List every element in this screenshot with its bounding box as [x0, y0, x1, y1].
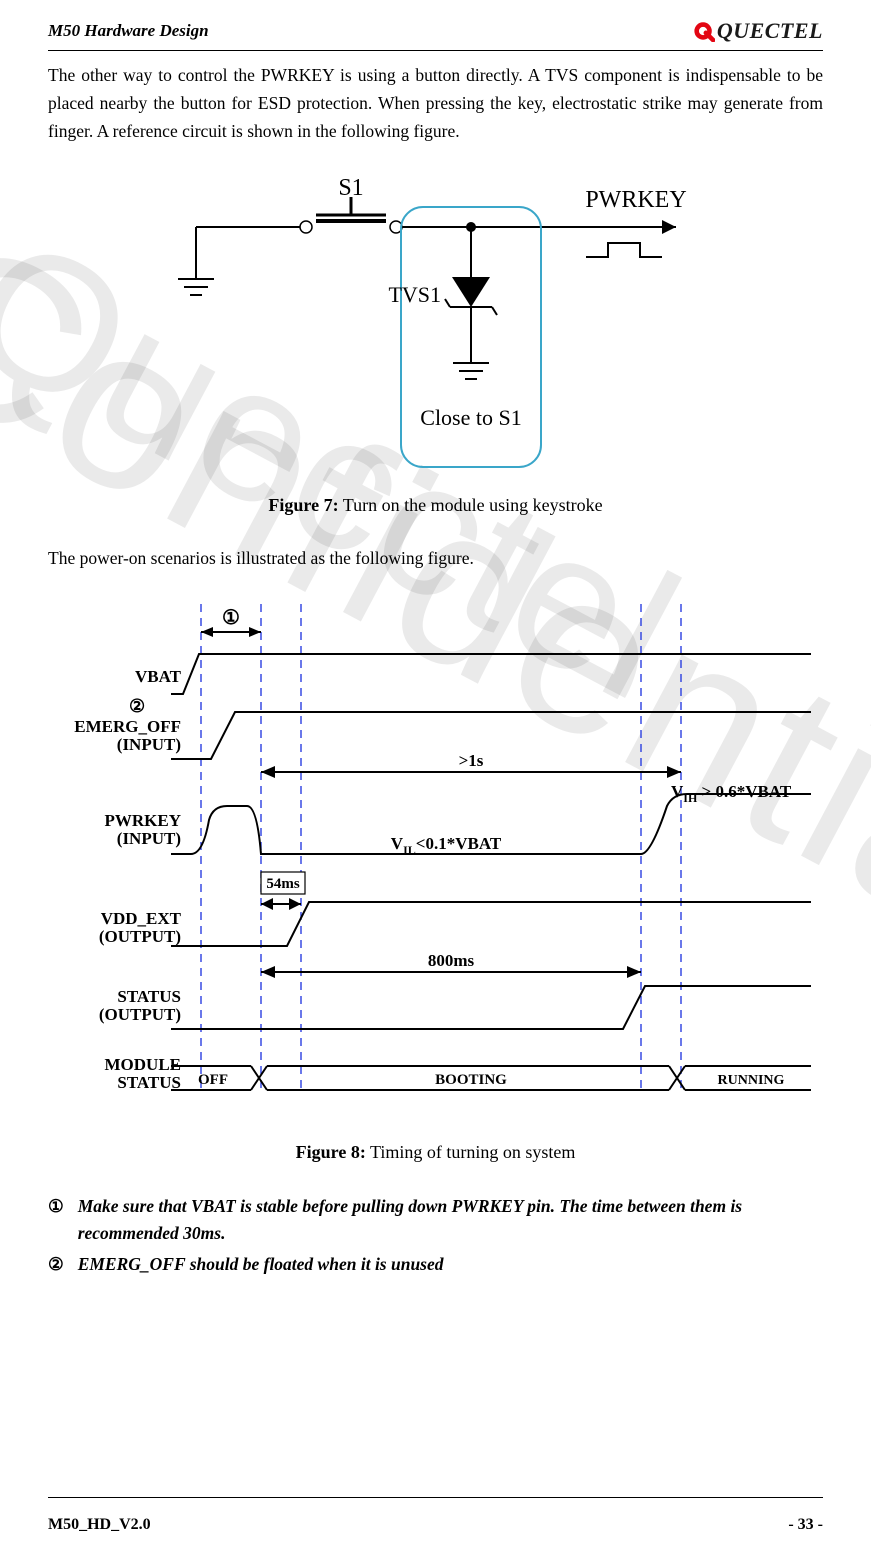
svg-text:(OUTPUT): (OUTPUT): [98, 927, 180, 946]
svg-text:(INPUT): (INPUT): [116, 829, 180, 848]
page-header: M50 Hardware Design QUECTEL: [48, 18, 823, 44]
note-2-number: ②: [48, 1251, 64, 1278]
figure-8-caption: Figure 8: Timing of turning on system: [48, 1142, 823, 1163]
svg-text:MODULE: MODULE: [104, 1055, 181, 1074]
page-footer: M50_HD_V2.0 - 33 -: [48, 1516, 823, 1534]
post-fig7-paragraph: The power-on scenarios is illustrated as…: [48, 544, 823, 572]
svg-text:VDD_EXT: VDD_EXT: [100, 909, 181, 928]
figure-7-caption: Figure 7: Turn on the module using keyst…: [48, 495, 823, 516]
brand-logo: QUECTEL: [693, 18, 823, 44]
notes-block: ① Make sure that VBAT is stable before p…: [48, 1193, 823, 1278]
figure-7-diagram: S1 PWRKEY: [48, 167, 823, 477]
svg-text:STATUS: STATUS: [117, 987, 181, 1006]
note-2-text: EMERG_OFF should be floated when it is u…: [78, 1251, 444, 1278]
fig7-pwrkey-label: PWRKEY: [585, 187, 686, 213]
svg-text:EMERG_OFF: EMERG_OFF: [74, 717, 181, 736]
header-rule: [48, 50, 823, 51]
footer-left: M50_HD_V2.0: [48, 1516, 151, 1534]
footer-page-number: - 33 -: [788, 1516, 823, 1534]
svg-text:①: ①: [222, 607, 240, 629]
fig7-tvs-label: TVS1: [388, 282, 441, 307]
svg-text:54ms: 54ms: [266, 876, 299, 892]
doc-title: M50 Hardware Design: [48, 21, 209, 41]
svg-text:RUNNING: RUNNING: [717, 1073, 784, 1088]
note-1: ① Make sure that VBAT is stable before p…: [48, 1193, 823, 1247]
svg-text:>1s: >1s: [458, 751, 483, 770]
footer-rule: [48, 1497, 823, 1498]
intro-paragraph: The other way to control the PWRKEY is u…: [48, 61, 823, 145]
fig7-title: Turn on the module using keystroke: [339, 495, 603, 515]
fig7-close-label: Close to S1: [420, 405, 521, 430]
note-2: ② EMERG_OFF should be floated when it is…: [48, 1251, 823, 1278]
fig7-number: Figure 7:: [268, 495, 338, 515]
figure-8-diagram: ① VBAT ② EMERG_OFF (INPUT) >1s VIH > 0.6…: [48, 594, 823, 1124]
svg-text:②: ②: [129, 696, 145, 716]
note-1-number: ①: [48, 1193, 64, 1220]
svg-text:800ms: 800ms: [427, 951, 474, 970]
svg-text:(OUTPUT): (OUTPUT): [98, 1005, 180, 1024]
svg-text:BOOTING: BOOTING: [435, 1072, 507, 1088]
fig8-number: Figure 8:: [296, 1142, 366, 1162]
svg-text:VBAT: VBAT: [135, 667, 182, 686]
note-1-text: Make sure that VBAT is stable before pul…: [78, 1193, 823, 1247]
svg-text:PWRKEY: PWRKEY: [104, 811, 181, 830]
fig8-title: Timing of turning on system: [366, 1142, 576, 1162]
svg-text:(INPUT): (INPUT): [116, 735, 180, 754]
brand-text: QUECTEL: [717, 18, 823, 44]
quectel-logo-icon: [693, 20, 715, 42]
svg-text:OFF: OFF: [198, 1072, 228, 1088]
